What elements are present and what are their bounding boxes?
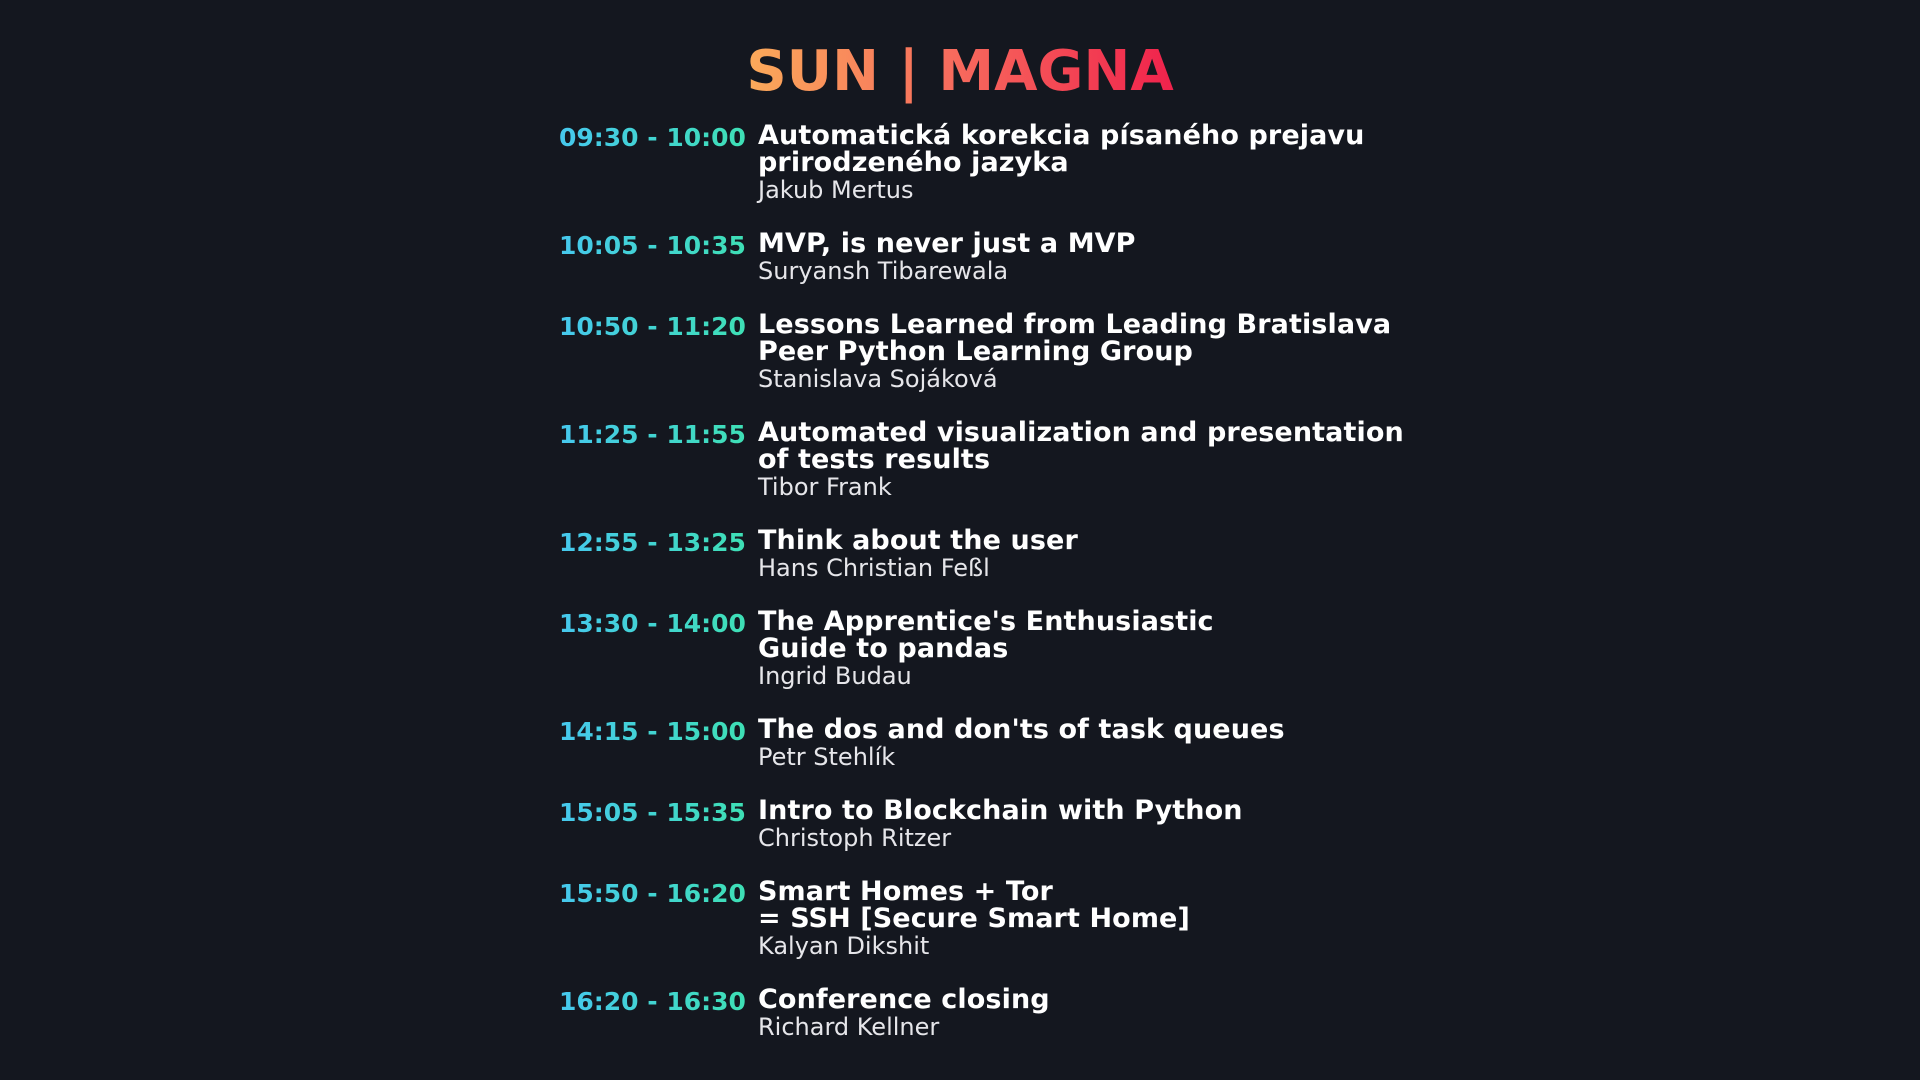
schedule-row: 10:05 - 10:35 MVP, is never just a MVP S… <box>559 230 1379 285</box>
talk-title-line: Lessons Learned from Leading Bratislava <box>758 309 1392 340</box>
talk-time: 10:05 - 10:35 <box>559 230 749 262</box>
talk-title: Smart Homes + Tor = SSH [Secure Smart Ho… <box>758 878 1379 932</box>
talk-title: Conference closing <box>758 986 1379 1013</box>
talk-title: Intro to Blockchain with Python <box>758 797 1379 824</box>
schedule-row: 11:25 - 11:55 Automated visualization an… <box>559 417 1404 501</box>
talk-time: 13:30 - 14:00 <box>559 608 749 640</box>
talk-title-line: Peer Python Learning Group <box>758 336 1193 367</box>
talk-time: 14:15 - 15:00 <box>559 716 749 748</box>
talk-title-line: Think about the user <box>758 525 1078 556</box>
page-title: SUN | MAGNA <box>0 38 1920 106</box>
talk-title-line: MVP, is never just a MVP <box>758 228 1136 259</box>
talk-time: 11:25 - 11:55 <box>559 419 749 451</box>
talk-info: Think about the user Hans Christian Feßl <box>758 527 1379 582</box>
schedule-row: 09:30 - 10:00 Automatická korekcia písan… <box>559 122 1379 204</box>
talk-title: Think about the user <box>758 527 1379 554</box>
talk-title-line: Conference closing <box>758 984 1050 1015</box>
talk-title-line: prirodzeného jazyka <box>758 147 1069 178</box>
talk-title: Lessons Learned from Leading Bratislava … <box>758 309 1392 367</box>
talk-title-line: Automated visualization and presentation <box>758 417 1404 448</box>
schedule-row: 12:55 - 13:25 Think about the user Hans … <box>559 527 1379 582</box>
talk-title-line: Intro to Blockchain with Python <box>758 795 1243 826</box>
talk-info: The Apprentice's Enthusiastic Guide to p… <box>758 608 1379 690</box>
talk-info: Smart Homes + Tor = SSH [Secure Smart Ho… <box>758 878 1379 960</box>
talk-speaker: Suryansh Tibarewala <box>758 257 1009 285</box>
schedule-row: 13:30 - 14:00 The Apprentice's Enthusias… <box>559 608 1379 690</box>
schedule-row: 15:05 - 15:35 Intro to Blockchain with P… <box>559 797 1379 852</box>
talk-title-line: of tests results <box>758 444 991 475</box>
talk-info: Intro to Blockchain with Python Christop… <box>758 797 1379 852</box>
talk-info: Lessons Learned from Leading Bratislava … <box>758 309 1392 393</box>
talk-speaker: Petr Stehlík <box>758 743 896 771</box>
talk-info: MVP, is never just a MVP Suryansh Tibare… <box>758 230 1379 285</box>
page-title-text: SUN | MAGNA <box>746 39 1174 104</box>
talk-title: MVP, is never just a MVP <box>758 230 1379 257</box>
schedule-row: 15:50 - 16:20 Smart Homes + Tor = SSH [S… <box>559 878 1379 960</box>
schedule-row: 16:20 - 16:30 Conference closing Richard… <box>559 986 1379 1041</box>
talk-title-line: The Apprentice's Enthusiastic <box>758 606 1214 637</box>
talk-info: Automated visualization and presentation… <box>758 417 1404 501</box>
talk-title-line: The dos and don'ts of task queues <box>758 714 1285 745</box>
talk-speaker: Hans Christian Feßl <box>758 554 990 582</box>
talk-title-line: = SSH [Secure Smart Home] <box>758 903 1190 934</box>
talk-title-line: Smart Homes + Tor <box>758 876 1053 907</box>
talk-time: 12:55 - 13:25 <box>559 527 749 559</box>
talk-info: Automatická korekcia písaného prejavu pr… <box>758 122 1379 204</box>
talk-title: The dos and don'ts of task queues <box>758 716 1379 743</box>
talk-speaker: Jakub Mertus <box>758 176 914 204</box>
talk-time: 16:20 - 16:30 <box>559 986 749 1018</box>
talk-title: Automatická korekcia písaného prejavu pr… <box>758 122 1379 176</box>
talk-speaker: Tibor Frank <box>758 473 892 501</box>
talk-speaker: Stanislava Sojáková <box>758 365 998 393</box>
schedule-row: 14:15 - 15:00 The dos and don'ts of task… <box>559 716 1379 771</box>
talk-time: 15:05 - 15:35 <box>559 797 749 829</box>
talk-time: 09:30 - 10:00 <box>559 122 749 154</box>
schedule-list: 09:30 - 10:00 Automatická korekcia písan… <box>559 122 1404 1067</box>
talk-speaker: Richard Kellner <box>758 1013 940 1041</box>
talk-time: 10:50 - 11:20 <box>559 311 749 343</box>
talk-title: The Apprentice's Enthusiastic Guide to p… <box>758 608 1379 662</box>
talk-info: Conference closing Richard Kellner <box>758 986 1379 1041</box>
talk-title-line: Guide to pandas <box>758 633 1009 664</box>
talk-info: The dos and don'ts of task queues Petr S… <box>758 716 1379 771</box>
talk-title-line: Automatická korekcia písaného prejavu <box>758 120 1365 151</box>
talk-time: 15:50 - 16:20 <box>559 878 749 910</box>
schedule-row: 10:50 - 11:20 Lessons Learned from Leadi… <box>559 309 1392 393</box>
talk-speaker: Christoph Ritzer <box>758 824 952 852</box>
talk-speaker: Kalyan Dikshit <box>758 932 930 960</box>
talk-speaker: Ingrid Budau <box>758 662 912 690</box>
talk-title: Automated visualization and presentation… <box>758 417 1404 475</box>
